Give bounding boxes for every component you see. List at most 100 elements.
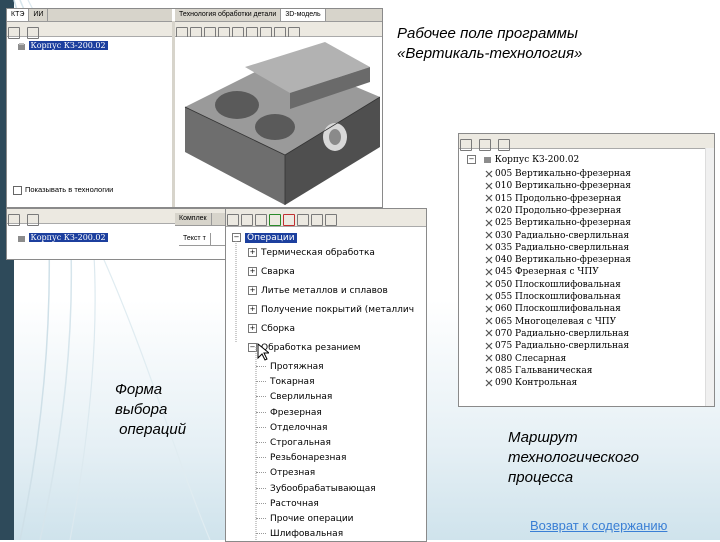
- route-operation-label: 015 Продольно-фрезерная: [495, 193, 622, 204]
- show-in-technology-checkbox[interactable]: Показывать в технологии: [13, 185, 113, 195]
- route-operation[interactable]: 085 Гальваническая: [485, 365, 592, 377]
- route-operation-label: 050 Плоскошлифовальная: [495, 279, 621, 290]
- expand-icon[interactable]: [8, 213, 20, 226]
- refresh-icon[interactable]: [27, 26, 40, 39]
- back-to-contents-link[interactable]: Возврат к содержанию: [530, 518, 667, 533]
- route-operation[interactable]: 050 Плоскошлифовальная: [485, 279, 621, 291]
- route-operation-label: 030 Радиально-сверлильная: [495, 230, 630, 241]
- route-operation[interactable]: 080 Слесарная: [485, 353, 566, 365]
- route-operation-label: 060 Плоскошлифовальная: [495, 304, 621, 315]
- route-operation[interactable]: 045 Фрезерная с ЧПУ: [485, 266, 599, 278]
- arrow-down-icon[interactable]: [241, 213, 253, 226]
- operation-icon: [485, 256, 493, 264]
- operation-icon: [485, 280, 493, 288]
- route-operation-label: 025 Вертикально-фрезерная: [495, 218, 631, 229]
- workspace-left-tabs: КТЭ ИИ: [7, 9, 172, 22]
- expand-icon[interactable]: [8, 26, 20, 39]
- route-operation[interactable]: 015 Продольно-фрезерная: [485, 193, 621, 205]
- operation-icon: [485, 379, 493, 387]
- operation-icon: [485, 354, 493, 362]
- delete-icon[interactable]: [283, 213, 295, 226]
- route-operation-label: 080 Слесарная: [495, 353, 567, 364]
- route-operation-label: 035 Радиально-сверлильная: [495, 242, 630, 253]
- workspace-caption: Рабочее поле программы «Вертикаль-технол…: [397, 25, 583, 62]
- collapse-icon[interactable]: −: [467, 155, 476, 164]
- route-operation[interactable]: 030 Радиально-сверлильная: [485, 230, 629, 242]
- route-operation-label: 055 Плоскошлифовальная: [495, 292, 621, 302]
- second-tree-item[interactable]: Корпус КЗ-200.02: [17, 233, 108, 243]
- workspace-left-toolbar: [7, 22, 172, 39]
- route-operation-label: 075 Радиально-сверлильная: [495, 341, 630, 352]
- operation-icon: [485, 329, 493, 337]
- grid-icon[interactable]: [269, 213, 281, 226]
- operation-icon: [485, 293, 493, 300]
- route-operation-label: 005 Вертикально-фрезерная: [495, 169, 631, 179]
- properties-icon[interactable]: [325, 213, 337, 226]
- settings-icon[interactable]: [311, 213, 323, 226]
- tab-3d-model[interactable]: 3D-модель: [281, 9, 326, 21]
- route-operation[interactable]: 090 Контрольная: [485, 377, 577, 389]
- refresh-icon[interactable]: [27, 213, 40, 226]
- checkbox-box[interactable]: [13, 185, 22, 195]
- route-operation-label: 010 Вертикально-фрезерная: [495, 181, 631, 192]
- route-operation-label: 045 Фрезерная с ЧПУ: [495, 267, 599, 278]
- route-operation-label: 020 Продольно-фрезерная: [495, 205, 622, 216]
- operations-toolbar: [226, 209, 426, 227]
- operation-icon: [485, 182, 493, 190]
- operation-icon: [485, 317, 493, 325]
- route-operation[interactable]: 005 Вертикально-фрезерная: [485, 168, 631, 180]
- tab-text[interactable]: Текст т: [179, 233, 211, 245]
- part-icon: [483, 157, 491, 163]
- route-operation[interactable]: 040 Вертикально-фрезерная: [485, 254, 631, 266]
- route-operation-label: 090 Контрольная: [495, 378, 578, 389]
- route-operation[interactable]: 010 Вертикально-фрезерная: [485, 180, 631, 192]
- operation-icon: [485, 170, 493, 177]
- operations-form: − Операции + Термическая обработка + Сварка +…: [225, 208, 427, 542]
- edit-icon[interactable]: [255, 213, 267, 226]
- part-icon: [18, 235, 25, 242]
- workspace-tree-item[interactable]: Корпус КЗ-200.02: [17, 41, 108, 51]
- tab-process[interactable]: Технология обработки детали: [175, 9, 282, 21]
- route-operation[interactable]: 070 Радиально-сверлильная: [485, 328, 629, 340]
- route-window: − Корпус КЗ-200.02 005 Вертикально-фрезе…: [458, 133, 715, 407]
- expand-icon[interactable]: [460, 138, 472, 151]
- operation-icon: [485, 219, 493, 227]
- collapse-all-icon[interactable]: [479, 138, 492, 151]
- operation-icon: [485, 194, 493, 202]
- route-root[interactable]: − Корпус КЗ-200.02: [467, 154, 579, 166]
- route-operation-label: 040 Вертикально-фрезерная: [495, 255, 631, 266]
- operation-icon: [485, 231, 493, 239]
- operation-icon: [485, 342, 493, 350]
- filter-icon[interactable]: [297, 213, 309, 226]
- model-toolbar: [175, 22, 382, 39]
- route-operation[interactable]: 065 Многоцелевая с ЧПУ: [485, 316, 616, 328]
- route-operation[interactable]: 060 Плоскошлифовальная: [485, 303, 621, 315]
- arrow-up-icon[interactable]: [227, 213, 239, 226]
- tab-ii[interactable]: ИИ: [29, 9, 49, 21]
- route-operation[interactable]: 055 Плоскошлифовальная: [485, 291, 621, 303]
- route-operation[interactable]: 025 Вертикально-фрезерная: [485, 217, 631, 229]
- route-operation-label: 085 Гальваническая: [495, 365, 593, 376]
- mouse-cursor-icon: [257, 343, 269, 361]
- route-operation[interactable]: 075 Радиально-сверлильная: [485, 340, 629, 352]
- tab-komplekt[interactable]: Комплек: [175, 213, 212, 225]
- part-icon: [18, 42, 25, 50]
- operation-icon: [485, 206, 493, 214]
- route-operation-label: 065 Многоцелевая с ЧПУ: [495, 316, 617, 327]
- route-caption: Маршрут технологического процесса: [508, 429, 639, 486]
- operation-icon: [485, 243, 493, 251]
- operation-icon: [485, 366, 493, 374]
- route-operation[interactable]: 020 Продольно-фрезерная: [485, 205, 621, 217]
- workspace-window: КТЭ ИИ Технология обработки детали 3D-моде…: [6, 8, 383, 208]
- operation-icon: [485, 268, 493, 276]
- second-tree-window: Корпус КЗ-200.02 Комплек Текст т: [6, 208, 248, 260]
- workspace-doc-tabs: Технология обработки детали 3D-модель: [175, 9, 382, 22]
- refresh-icon[interactable]: [498, 138, 511, 151]
- tree-connector-lines: [235, 241, 257, 541]
- tab-kte[interactable]: КТЭ: [7, 9, 30, 21]
- 3d-model-view[interactable]: [175, 37, 380, 205]
- operations-tree: − Операции + Термическая обработка + Сварка +…: [226, 229, 426, 541]
- route-operation[interactable]: 035 Радиально-сверлильная: [485, 242, 629, 254]
- operations-form-caption: Форма выбора операций: [115, 381, 187, 438]
- route-scrollbar[interactable]: [705, 148, 714, 406]
